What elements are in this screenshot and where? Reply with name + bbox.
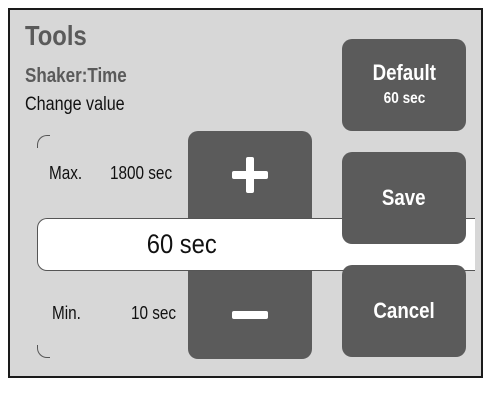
bracket-top-left: [37, 135, 50, 148]
max-label: Max.: [49, 163, 83, 183]
cancel-button-label: Cancel: [373, 298, 435, 323]
default-button[interactable]: Default 60 sec: [342, 39, 466, 131]
cancel-button[interactable]: Cancel: [342, 265, 466, 357]
current-value: 60 sec: [146, 229, 217, 259]
device: Tools Shaker:Time Change value Max. 1800…: [0, 0, 491, 395]
save-button[interactable]: Save: [342, 152, 466, 244]
default-button-label: Default: [372, 60, 436, 85]
max-value: 1800 sec: [110, 163, 173, 183]
plus-icon: [232, 156, 268, 193]
min-value: 10 sec: [131, 303, 177, 323]
decrement-button[interactable]: [188, 271, 312, 359]
minus-icon: [232, 311, 268, 319]
instruction-text: Change value: [25, 94, 125, 115]
save-button-label: Save: [382, 185, 426, 210]
page-title: Tools: [25, 20, 87, 51]
default-button-value: 60 sec: [383, 90, 425, 107]
page-subtitle: Shaker:Time: [25, 65, 127, 87]
min-label: Min.: [52, 303, 81, 323]
increment-button[interactable]: [188, 131, 312, 218]
